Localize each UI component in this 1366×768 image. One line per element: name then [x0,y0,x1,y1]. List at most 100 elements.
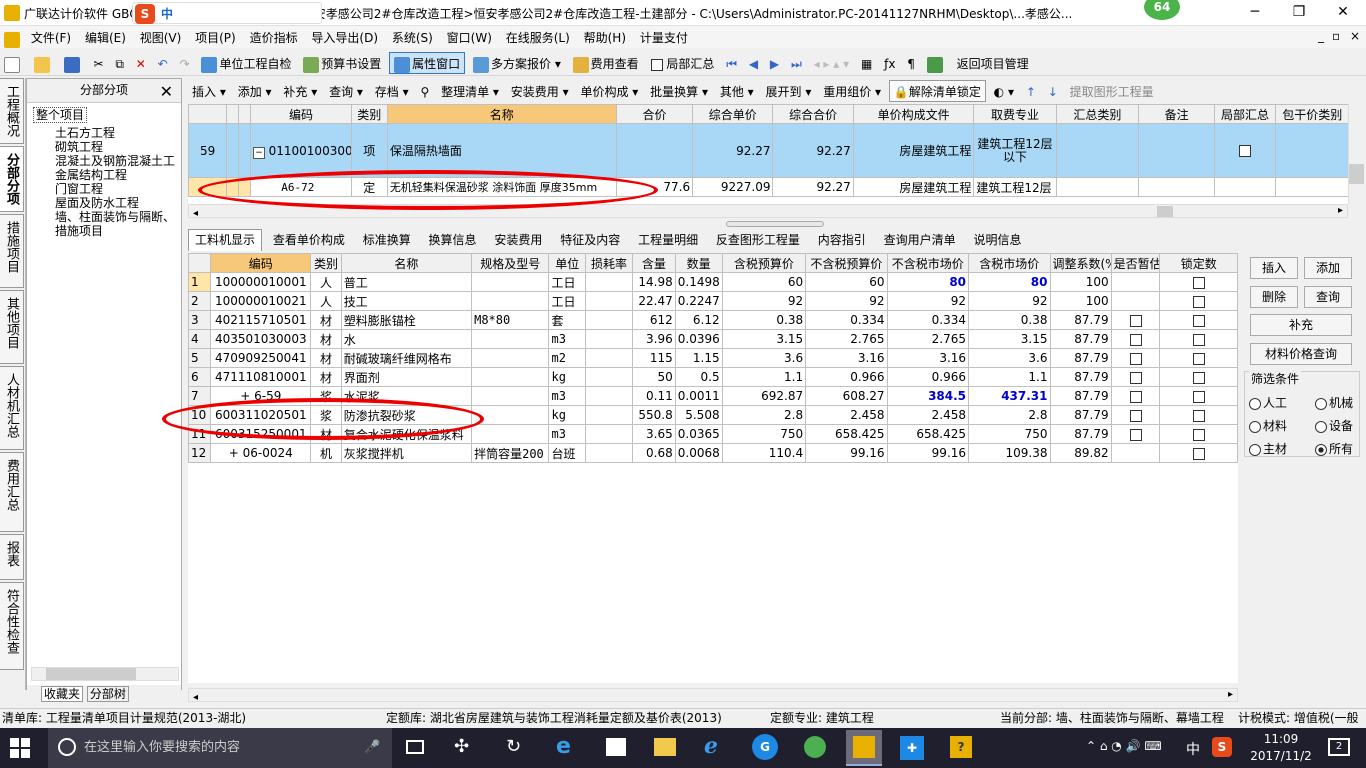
cell-p2[interactable]: 60 [805,272,888,292]
cell-unit[interactable]: 台班 [548,443,587,463]
col-header[interactable]: 损耗率 [585,253,633,273]
cell-unit[interactable]: m3 [548,386,587,406]
table-row[interactable]: 4 403501030003 材水 m3 3.96 0.0396 3.15 2.765 2.76… [188,329,1238,349]
tab-content-guide[interactable]: 内容指引 [811,229,873,251]
organize-list-button[interactable]: 整理清单 ▾ [437,81,503,103]
estimate-checkbox[interactable] [1129,333,1142,346]
row-number[interactable]: 7 [188,386,212,406]
cell-num[interactable]: 0.1498 [674,272,723,292]
cell-num[interactable]: 1.15 [674,348,723,368]
tree-item[interactable]: 砌筑工程 [33,140,175,154]
filter-main-material-radio[interactable]: 主材 [1249,440,1287,457]
close-icon[interactable]: ✕ [160,81,173,103]
col-header[interactable]: 类别 [310,253,342,273]
table-row[interactable]: 59 − 011001003001 项 保温隔热墙面 92.27 92.27 房… [188,123,1350,178]
lock-checkbox[interactable] [1192,428,1205,441]
cell-p3[interactable]: 92 [886,291,970,311]
menu-edit[interactable]: 编辑(E) [80,26,131,49]
cell-p3[interactable]: 99.16 [886,443,970,463]
green-app-icon[interactable] [804,736,826,758]
archive-button[interactable]: 存档 ▾ [371,81,413,103]
insert-material-button[interactable]: 插入 [1250,257,1298,279]
taskbar-search-box[interactable]: 在这里输入你要搜索的内容 🎤 [48,728,392,768]
other-button[interactable]: 其他 ▾ [716,81,758,103]
microphone-icon[interactable]: 🎤 [364,728,380,768]
cell-p4[interactable]: 750 [968,424,1051,444]
filter-equipment-radio[interactable]: 设备 [1315,417,1353,434]
cell-qty[interactable]: 3.65 [631,424,676,444]
cell-adj[interactable]: 87.79 [1049,405,1112,425]
cell-unit[interactable]: kg [548,405,587,425]
estimate-checkbox[interactable] [1129,390,1142,403]
lock-checkbox[interactable] [1192,371,1205,384]
cell-p3[interactable]: 2.765 [886,329,970,349]
row-number[interactable]: 4 [188,329,212,349]
estimate-checkbox[interactable] [1129,409,1142,422]
col-header[interactable]: 名称 [340,253,473,273]
col-header[interactable]: 不含税市场价 [886,253,970,273]
fan-app-icon[interactable]: ✣ [454,736,469,757]
gbq-app-icon[interactable] [846,730,882,766]
cell-name[interactable]: 水 [340,329,473,349]
self-check-button[interactable]: 单位工程自检 [197,53,295,75]
tab-labor-material-summary[interactable]: 人材机汇总 [0,366,24,450]
redo-icon[interactable]: ↷ [176,53,194,75]
nav-last-icon[interactable]: ⏭ [787,53,806,75]
cell-p1[interactable]: 2.8 [721,405,807,425]
menu-payment[interactable]: 计量支付 [635,26,693,49]
menu-system[interactable]: 系统(S) [387,26,438,49]
filter-labor-radio[interactable]: 人工 [1249,394,1287,411]
cell-num[interactable]: 0.0396 [674,329,723,349]
cell-name[interactable]: 灰浆搅拌机 [340,443,473,463]
cell-p3[interactable]: 80 [886,272,970,292]
col-header[interactable]: 不含税预算价 [805,253,888,273]
mdi-close-button[interactable]: × [1350,29,1360,43]
cell-loss[interactable] [585,272,633,292]
cell-p3[interactable]: 2.458 [886,405,970,425]
cell-adj[interactable]: 87.79 [1049,386,1112,406]
cell-code[interactable]: 100000010021 [210,291,312,311]
lock-checkbox[interactable] [1192,314,1205,327]
col-header[interactable]: 编码 [210,253,312,273]
filter-machine-radio[interactable]: 机械 [1315,394,1353,411]
cell-loss[interactable] [585,310,633,330]
cell-adj[interactable]: 87.79 [1049,310,1112,330]
table-row[interactable]: 2 100000010021 人技工 工日 22.47 0.2247 92 92 92 92 100 [188,291,1238,311]
cell-p1[interactable]: 110.4 [721,443,807,463]
sogou-tray-icon[interactable]: S [1212,737,1232,757]
cell-unit[interactable]: kg [548,367,587,387]
cell-p1[interactable]: 92 [721,291,807,311]
cell-num[interactable]: 6.12 [674,310,723,330]
tab-cost-summary[interactable]: 费用汇总 [0,452,24,532]
cell-p4[interactable]: 109.38 [968,443,1051,463]
calculator-icon[interactable]: ▦ [857,53,876,75]
col-header[interactable]: 规格及型号 [471,253,550,273]
lock-cell[interactable] [1159,348,1238,368]
estimate-checkbox[interactable] [1129,314,1142,327]
table-row[interactable]: 12 + 06-0024 机灰浆搅拌机 拌筒容量200 台班 0.68 0.0068 110.… [188,443,1238,463]
cell-type[interactable]: 人 [310,291,342,311]
cell-num[interactable]: 0.2247 [674,291,723,311]
tree-root[interactable]: 整个项目 [33,107,88,123]
cell-p2[interactable]: 92 [805,291,888,311]
tab-user-list[interactable]: 查询用户清单 [877,229,963,251]
tree-item[interactable]: 门窗工程 [33,182,175,196]
col-header[interactable]: 合价 [615,104,694,124]
new-icon[interactable] [0,53,26,75]
cell-qty[interactable]: 22.47 [631,291,676,311]
save-icon[interactable] [60,53,86,75]
col-header[interactable]: 名称 [386,104,617,124]
install-cost-button[interactable]: 安装费用 ▾ [507,81,573,103]
cell-p1[interactable]: 750 [721,424,807,444]
filter-all-radio[interactable]: 所有 [1315,440,1353,457]
tab-standard-convert[interactable]: 标准换算 [356,229,418,251]
cell-loss[interactable] [585,348,633,368]
cell-qty[interactable]: 115 [631,348,676,368]
tab-install-cost[interactable]: 安装费用 [487,229,549,251]
tray-icons[interactable]: ⌃ ⌂ ◔ 🔊 ⌨ [1086,739,1162,753]
cell-code[interactable]: 403501030003 [210,329,312,349]
menu-cost-index[interactable]: 造价指标 [245,26,303,49]
tab-quantity-detail[interactable]: 工程量明细 [631,229,705,251]
row-number[interactable]: 5 [188,348,212,368]
col-header[interactable]: 是否暂估 [1110,253,1161,273]
